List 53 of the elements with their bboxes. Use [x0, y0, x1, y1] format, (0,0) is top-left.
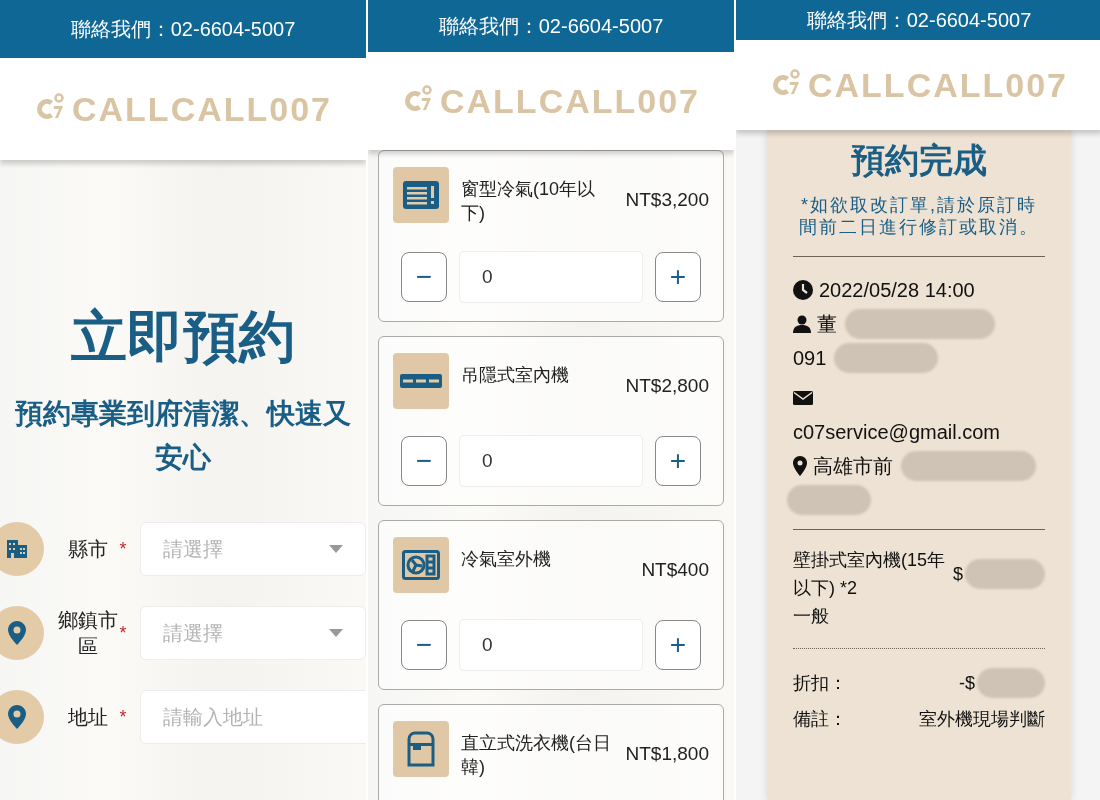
building-icon [7, 540, 27, 558]
service-type: 一般 [793, 605, 829, 628]
outdoor-unit-icon [402, 550, 440, 580]
clock-icon [793, 280, 813, 300]
page-title: 立即預約 [70, 304, 296, 370]
decrement-button[interactable]: − [401, 252, 447, 302]
field-label: 鄉鎮市區 [57, 608, 120, 659]
user-icon [793, 315, 811, 333]
washing-machine-icon [406, 731, 436, 767]
required-mark: * [119, 538, 127, 560]
decrement-button[interactable]: − [401, 436, 447, 486]
item-price: $ [953, 563, 963, 586]
service-name: 吊隱式室內機 [461, 364, 570, 387]
window-ac-icon [403, 181, 439, 209]
confirmation-title: 預約完成 [850, 140, 988, 181]
customer-email: c07service@gmail.com [793, 420, 1001, 444]
order-item: 壁掛式室內機(15年以下) *2 [793, 549, 946, 600]
service-price: NT$1,800 [625, 742, 709, 765]
caret-icon [329, 629, 343, 637]
summary-label: 折扣： [793, 672, 847, 695]
caret-icon [329, 545, 343, 553]
booking-datetime: 2022/05/28 14:00 [819, 278, 975, 302]
page-subtitle: 預約專業到府清潔、快速又安心 [14, 397, 352, 475]
service-name: 窗型冷氣(10年以下) [461, 178, 596, 225]
address-field[interactable]: 請輸入地址 [140, 690, 366, 744]
service-name: 直立式洗衣機(台日韓) [461, 732, 612, 779]
customer-address: 高雄市前 [813, 453, 893, 479]
cancellation-note: *如欲取改訂單,請於原訂時間前二日進行修訂或取消。 [798, 194, 1040, 238]
envelope-icon [793, 391, 813, 405]
ducted-ac-icon [400, 374, 442, 388]
quantity-field[interactable]: 0 [459, 251, 643, 303]
service-price: NT$400 [641, 558, 709, 581]
service-price: NT$2,800 [625, 374, 709, 397]
quantity-field[interactable]: 0 [459, 435, 643, 487]
customer-phone: 091 [793, 346, 827, 370]
increment-button[interactable]: + [655, 252, 701, 302]
service-name: 冷氣室外機 [461, 548, 552, 571]
map-pin-icon [8, 705, 26, 729]
quantity-field[interactable]: 0 [459, 619, 643, 671]
service-price: NT$3,200 [625, 188, 709, 211]
remark-value: 室外機現場判斷 [919, 708, 1045, 731]
customer-name: 董 [817, 311, 837, 337]
required-mark: * [119, 622, 127, 644]
required-mark: * [119, 706, 127, 728]
decrement-button[interactable]: − [401, 620, 447, 670]
summary-label: 備註： [793, 708, 847, 731]
map-pin-icon [793, 456, 807, 476]
discount-value: -$ [959, 672, 975, 694]
increment-button[interactable]: + [655, 620, 701, 670]
field-label: 地址 [67, 705, 110, 730]
field-label: 縣市 [67, 537, 110, 562]
map-pin-icon [8, 621, 26, 645]
increment-button[interactable]: + [655, 436, 701, 486]
